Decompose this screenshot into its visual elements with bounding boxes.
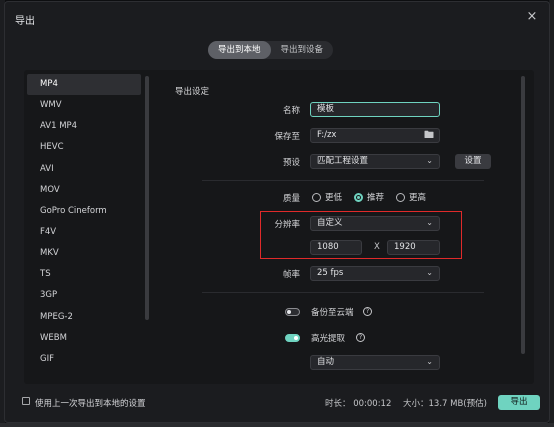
- fps-select[interactable]: 25 fps ⌄: [310, 266, 440, 281]
- format-item-wmv[interactable]: WMV: [27, 95, 141, 116]
- radio-icon: [312, 192, 321, 202]
- resolution-x-separator: X: [374, 242, 380, 252]
- fps-label: 帧率: [282, 270, 300, 280]
- folder-icon[interactable]: 🖿: [424, 129, 434, 142]
- duration-text: 时长： 00:00:12: [325, 399, 392, 409]
- quality-option-label: 推荐: [367, 193, 385, 203]
- chevron-down-icon: ⌄: [426, 218, 433, 227]
- highlight-mode-value: 自动: [317, 357, 335, 367]
- resolution-select[interactable]: 自定义 ⌄: [310, 216, 440, 231]
- width-value: 1080: [317, 242, 339, 252]
- preset-settings-button[interactable]: 设置: [455, 154, 491, 169]
- help-icon[interactable]: ?: [363, 307, 372, 316]
- preset-value: 匹配工程设置: [317, 156, 369, 166]
- format-list: MP4 WMV AV1 MP4 HEVC AVI MOV GoPro Cinef…: [27, 74, 141, 374]
- export-tabs: 导出到本地 导出到设备: [208, 41, 334, 59]
- reuse-settings-label: 使用上一次导出到本地的设置: [35, 399, 146, 409]
- chevron-down-icon: ⌄: [426, 156, 433, 165]
- height-value: 1920: [394, 242, 416, 252]
- divider: [202, 180, 484, 181]
- quality-radio-group: 更低 推荐 更高: [312, 191, 426, 203]
- settings-section-title: 导出设定: [175, 87, 210, 97]
- width-input[interactable]: 1080: [310, 240, 362, 255]
- format-item-ts[interactable]: TS: [27, 264, 141, 285]
- divider: [202, 292, 484, 293]
- save-path-value: F:/zx: [317, 130, 337, 140]
- quality-option-recommended[interactable]: 推荐: [354, 191, 384, 203]
- tab-export-device[interactable]: 导出到设备: [271, 41, 334, 59]
- format-item-gif[interactable]: GIF: [27, 349, 141, 370]
- preset-select[interactable]: 匹配工程设置 ⌄: [310, 154, 440, 169]
- save-path-field[interactable]: F:/zx 🖿: [310, 128, 440, 143]
- resolution-label: 分辨率: [274, 220, 300, 230]
- format-item-av1-mp4[interactable]: AV1 MP4: [27, 116, 141, 137]
- export-dialog: 导出 × 导出到本地 导出到设备 MP4 WMV AV1 MP4 HEVC AV…: [4, 1, 550, 423]
- chevron-down-icon: ⌄: [426, 268, 433, 277]
- resolution-value: 自定义: [317, 218, 343, 228]
- save-to-label: 保存至: [274, 132, 300, 142]
- height-input[interactable]: 1920: [387, 240, 440, 255]
- background-strip-bottom: [0, 423, 554, 427]
- format-item-mpeg2[interactable]: MPEG-2: [27, 307, 141, 328]
- highlight-extract-label: 高光提取: [311, 334, 346, 344]
- name-label: 名称: [282, 106, 300, 116]
- quality-option-lower[interactable]: 更低: [312, 191, 342, 203]
- format-item-mp4[interactable]: MP4: [27, 74, 141, 96]
- quality-option-higher[interactable]: 更高: [396, 191, 426, 203]
- name-field[interactable]: 模板: [310, 102, 440, 117]
- reuse-settings-checkbox[interactable]: [22, 397, 30, 405]
- format-item-webm[interactable]: WEBM: [27, 328, 141, 349]
- backup-cloud-toggle[interactable]: [285, 308, 300, 316]
- radio-selected-icon: [354, 192, 364, 202]
- fps-value: 25 fps: [317, 268, 344, 278]
- format-item-gopro-cineform[interactable]: GoPro Cineform: [27, 201, 141, 222]
- chevron-down-icon: ⌄: [426, 357, 433, 366]
- tab-export-local[interactable]: 导出到本地: [208, 41, 271, 59]
- highlight-mode-select[interactable]: 自动 ⌄: [310, 355, 440, 370]
- preset-label: 预设: [282, 158, 300, 168]
- format-item-hevc[interactable]: HEVC: [27, 137, 141, 158]
- quality-option-label: 更低: [325, 193, 343, 203]
- format-item-avi[interactable]: AVI: [27, 159, 141, 180]
- format-item-f4v[interactable]: F4V: [27, 222, 141, 243]
- highlight-extract-toggle[interactable]: [285, 334, 300, 342]
- dialog-title: 导出: [15, 16, 35, 27]
- format-item-3gp[interactable]: 3GP: [27, 285, 141, 306]
- quality-option-label: 更高: [409, 193, 427, 203]
- quality-label: 质量: [282, 194, 300, 204]
- backup-cloud-label: 备份至云端: [311, 308, 354, 318]
- export-button[interactable]: 导出: [498, 395, 540, 410]
- radio-icon: [396, 192, 406, 202]
- help-icon[interactable]: ?: [356, 333, 365, 342]
- name-value: 模板: [317, 104, 335, 114]
- format-item-mkv[interactable]: MKV: [27, 243, 141, 264]
- export-body: MP4 WMV AV1 MP4 HEVC AVI MOV GoPro Cinef…: [24, 70, 534, 384]
- close-icon[interactable]: ×: [525, 10, 539, 24]
- format-item-mov[interactable]: MOV: [27, 180, 141, 201]
- estimated-size-text: 大小：13.7 MB(预估): [403, 399, 487, 409]
- settings-scrollbar[interactable]: [521, 76, 525, 354]
- format-list-scrollbar[interactable]: [145, 76, 149, 320]
